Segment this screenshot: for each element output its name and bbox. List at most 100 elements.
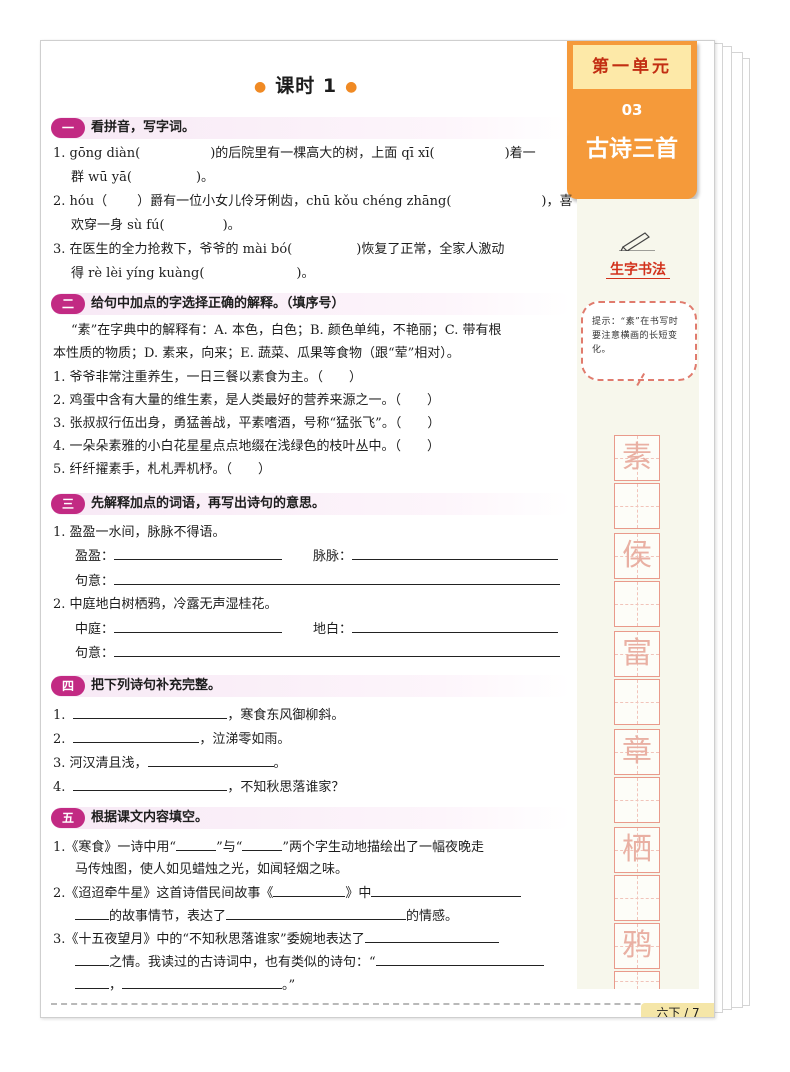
char-grid-blank[interactable] <box>614 679 660 725</box>
s5-line-7: ，。” <box>75 975 295 996</box>
section-1: 一看拼音，写字词。 <box>51 117 571 139</box>
answer-blank[interactable] <box>165 215 223 229</box>
section-5: 五根据课文内容填空。 <box>51 807 571 829</box>
section-badge: 四 <box>51 675 85 696</box>
section-2-heading: 二给句中加点的字选择正确的解释。（填序号） <box>51 293 571 315</box>
unit-tab: 第一单元 03 古诗三首 <box>567 41 697 199</box>
s5-line-2: 马传烛图，使人如见蜡烛之光，如闻轻烟之味。 <box>75 862 349 877</box>
s1-line-2: 群 wū yā()。 <box>71 167 214 188</box>
char-grid-ya: 鸦 <box>614 923 660 969</box>
answer-blank[interactable] <box>114 619 283 633</box>
char-grid-blank[interactable] <box>614 483 660 529</box>
s3-meaning-1: 句意： <box>75 571 561 592</box>
answer-blank[interactable] <box>114 546 283 560</box>
s4-line-2: 2. ，泣涕零如雨。 <box>53 729 290 750</box>
s3-word-3: 中庭： <box>75 619 283 640</box>
s2-definitions-1: “素”在字典中的解释有：A. 本色，白色；B. 颜色单纯，不艳丽；C. 带有根 <box>71 323 502 338</box>
char-grid-blank[interactable] <box>614 875 660 921</box>
answer-blank[interactable] <box>204 263 296 277</box>
section-3-heading: 三先解释加点的词语，再写出诗句的意思。 <box>51 493 571 515</box>
answer-blank[interactable] <box>73 729 200 743</box>
answer-blank[interactable] <box>75 952 109 966</box>
answer-blank[interactable] <box>364 929 499 943</box>
answer-blank[interactable] <box>114 571 561 585</box>
answer-blank[interactable] <box>75 906 109 920</box>
lesson-title: ● 课时 1 ● <box>254 75 359 97</box>
section-badge: 一 <box>51 117 85 138</box>
s2-definitions-2: 本性质的物质；D. 素来，向来；E. 蔬菜、瓜果等食物（跟“荤”相对）。 <box>53 346 460 361</box>
char-grid-zhang: 章 <box>614 729 660 775</box>
page-number: 六下 / 7 <box>641 1003 714 1017</box>
s1-line-5: 3. 在医生的全力抢救下，爷爷的 mài bó()恢复了正常，全家人激动 <box>53 239 504 260</box>
s3-poem-line-1: 1. 盈盈一水间，脉脉不得语。 <box>53 525 226 540</box>
answer-blank[interactable] <box>75 975 109 989</box>
section-2: 二给句中加点的字选择正确的解释。（填序号） <box>51 293 571 315</box>
section-badge: 三 <box>51 493 85 514</box>
section-4-heading: 四把下列诗句补充完整。 <box>51 675 571 697</box>
answer-blank[interactable] <box>435 143 505 157</box>
char-grid-blank[interactable] <box>614 971 660 989</box>
answer-blank[interactable] <box>371 883 522 897</box>
workbook-page: ● 课时 1 ● 第一单元 03 古诗三首 生字书法 提示：“素”在书写时要注意横画… <box>40 40 715 1018</box>
answer-blank[interactable] <box>73 705 228 719</box>
answer-blank[interactable] <box>140 143 210 157</box>
answer-blank[interactable] <box>114 643 561 657</box>
pencil-icon <box>619 232 655 251</box>
answer-blank[interactable] <box>73 777 228 791</box>
section-badge: 二 <box>51 293 85 314</box>
answer-blank[interactable] <box>242 837 283 851</box>
s2-question-3: 3. 张叔叔行伍出身，勇猛善战，平素嗜酒，号称“猛张飞”。（ ） <box>53 416 441 431</box>
s2-question-2: 2. 鸡蛋中含有大量的维生素，是人类最好的营养来源之一。（ ） <box>53 393 441 408</box>
answer-blank[interactable] <box>226 906 407 920</box>
s2-question-1: 1. 爷爷非常注重养生，一日三餐以素食为主。（ ） <box>53 370 363 385</box>
answer-blank[interactable] <box>352 619 559 633</box>
char-grid-fu: 富 <box>614 631 660 677</box>
s1-line-6: 得 rè lèi yíng kuàng()。 <box>71 263 315 284</box>
answer-blank[interactable] <box>147 753 274 767</box>
section-5-heading: 五根据课文内容填空。 <box>51 807 571 829</box>
char-grid-blank[interactable] <box>614 777 660 823</box>
answer-blank[interactable] <box>107 191 137 205</box>
section-badge: 五 <box>51 807 85 828</box>
char-grid-hou: 侯 <box>614 533 660 579</box>
section-1-heading: 一看拼音，写字词。 <box>51 117 571 139</box>
unit-label: 第一单元 <box>573 45 691 89</box>
answer-blank[interactable] <box>122 975 283 989</box>
lesson-number: 03 <box>621 101 643 119</box>
s4-line-4: 4. ，不知秋思落谁家？ <box>53 777 344 798</box>
answer-blank[interactable] <box>132 167 196 181</box>
s3-word-4: 地白： <box>313 619 559 640</box>
calligraphy-sidebar: 生字书法 提示：“素”在书写时要注意横画的长短变化。 素 侯 富 章 栖 鸦 <box>577 199 699 989</box>
writing-tip-bubble: 提示：“素”在书写时要注意横画的长短变化。 <box>581 301 697 381</box>
char-grid-qi: 栖 <box>614 827 660 873</box>
s3-meaning-2: 句意： <box>75 643 561 664</box>
s5-line-4: 的故事情节，表达了 的情感。 <box>75 906 458 927</box>
s5-line-5: 3.《十五夜望月》中的“不知秋思落谁家”委婉地表达了 <box>53 929 499 950</box>
answer-blank[interactable] <box>375 952 544 966</box>
s3-word-2: 脉脉： <box>313 546 559 567</box>
footer-divider <box>51 1003 711 1005</box>
s1-line-1: 1. gōng diàn()的后院里有一棵高大的树，上面 qī xī()着一 <box>53 143 536 164</box>
section-4: 四把下列诗句补充完整。 <box>51 675 571 697</box>
answer-blank[interactable] <box>176 837 217 851</box>
s2-question-4: 4. 一朵朵素雅的小白花星星点点地缀在浅绿色的枝叶丛中。（ ） <box>53 439 441 454</box>
answer-blank[interactable] <box>273 883 346 897</box>
answer-blank[interactable] <box>352 546 559 560</box>
section-3: 三先解释加点的词语，再写出诗句的意思。 <box>51 493 571 515</box>
answer-blank[interactable] <box>292 239 356 253</box>
unit-title: 古诗三首 <box>586 136 678 162</box>
s3-poem-line-2: 2. 中庭地白树栖鸦，冷露无声湿桂花。 <box>53 597 278 612</box>
answer-blank[interactable] <box>451 191 541 205</box>
s1-line-3: 2. hóu（ ）爵有一位小女儿伶牙俐齿，chū kǒu chéng zhāng(… <box>53 191 572 212</box>
s3-word-1: 盈盈： <box>75 546 283 567</box>
s4-line-3: 3. 河汉清且浅，。 <box>53 753 287 774</box>
calligraphy-title: 生字书法 <box>577 259 699 279</box>
s5-line-1: 1.《寒食》一诗中用“ ”与“ ”两个字生动地描绘出了一幅夜晚走 <box>53 837 484 858</box>
s1-line-4: 欢穿一身 sù fú()。 <box>71 215 241 236</box>
s4-line-1: 1. ，寒食东风御柳斜。 <box>53 705 344 726</box>
char-grid-blank[interactable] <box>614 581 660 627</box>
char-grid-su: 素 <box>614 435 660 481</box>
s2-question-5: 5. 纤纤擢素手，札札弄机杼。（ ） <box>53 462 272 477</box>
s5-line-6: 之情。我读过的古诗词中，也有类似的诗句：“ <box>75 952 544 973</box>
s5-line-3: 2.《迢迢牵牛星》这首诗借民间故事《 》中 <box>53 883 522 904</box>
